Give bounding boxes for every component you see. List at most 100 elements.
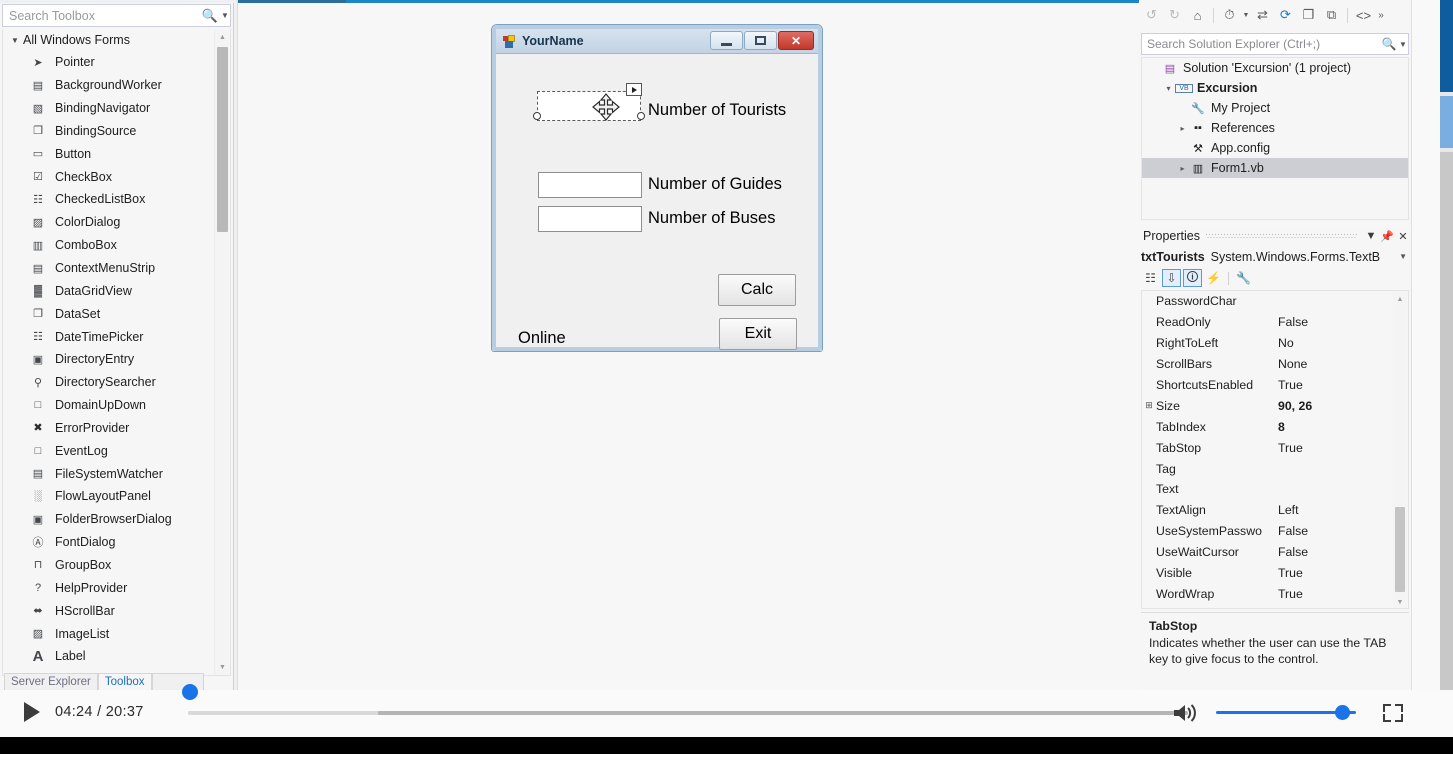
solution-explorer-search-box[interactable]: Search Solution Explorer (Ctrl+;) 🔍 ▼ — [1141, 33, 1409, 55]
toolbox-item-datagridview[interactable]: ▓ DataGridView — [3, 279, 230, 302]
properties-scrollbar[interactable]: ▲ ▼ — [1393, 292, 1407, 608]
toolbox-search-input[interactable]: Search Toolbox — [3, 9, 199, 23]
resize-grip-left[interactable] — [533, 112, 541, 120]
toolbox-item-colordialog[interactable]: ▨ ColorDialog — [3, 211, 230, 234]
minimize-button[interactable] — [710, 31, 743, 50]
collapse-all-icon[interactable]: ❐ — [1298, 5, 1319, 26]
solution-tree-item-form1-vb[interactable]: ▸ ▥ Form1.vb — [1142, 158, 1408, 178]
toolbox-item-list[interactable]: ▼ All Windows Forms ➤ Pointer ▤ BackgroundW… — [2, 29, 231, 676]
textbox-buses[interactable] — [538, 206, 642, 232]
toolbox-item-flowlayoutpanel[interactable]: ░ FlowLayoutPanel — [3, 485, 230, 508]
toolbox-item-fontdialog[interactable]: Ⓐ FontDialog — [3, 531, 230, 554]
toolbox-item-errorprovider[interactable]: ✖ ErrorProvider — [3, 417, 230, 440]
close-button[interactable]: ✕ — [778, 31, 814, 50]
expander-icon[interactable]: ▸ — [1176, 124, 1189, 133]
property-value[interactable]: True — [1278, 566, 1303, 580]
toolbox-item-bindingnavigator[interactable]: ▧ BindingNavigator — [3, 97, 230, 120]
forward-arrow-icon[interactable]: ↻ — [1164, 5, 1185, 26]
toolbox-item-combobox[interactable]: ▥ ComboBox — [3, 234, 230, 257]
property-value[interactable]: No — [1278, 336, 1294, 350]
smart-tag-icon[interactable] — [626, 83, 642, 96]
show-all-files-icon[interactable]: ⧉ — [1321, 5, 1342, 26]
toolbox-item-datetimepicker[interactable]: ☷ DateTimePicker — [3, 325, 230, 348]
property-row-size[interactable]: ⊞ Size 90, 26 — [1142, 395, 1408, 416]
property-row-usesystempasswo[interactable]: UseSystemPasswo False — [1142, 521, 1408, 542]
toolbox-item-label[interactable]: A Label — [3, 645, 230, 668]
toolbox-group-all-windows-forms[interactable]: ▼ All Windows Forms — [3, 29, 230, 51]
toolbox-item-pointer[interactable]: ➤ Pointer — [3, 51, 230, 74]
home-icon[interactable]: ⌂ — [1187, 5, 1208, 26]
solution-tree-item-my-project[interactable]: 🔧 My Project — [1142, 98, 1408, 118]
toolbox-scrollbar-thumb[interactable] — [217, 47, 228, 232]
fullscreen-icon[interactable] — [1383, 704, 1403, 722]
toolbox-item-contextmenustrip[interactable]: ▤ ContextMenuStrip — [3, 257, 230, 280]
refresh-icon[interactable]: ⟳ — [1275, 5, 1296, 26]
designer-surface[interactable]: YourName ✕ Number of Tourists Number of … — [239, 3, 1139, 690]
property-row-passwordchar[interactable]: PasswordChar — [1142, 291, 1408, 312]
close-icon[interactable]: ✕ — [1395, 230, 1411, 243]
tab-server-explorer[interactable]: Server Explorer — [4, 673, 98, 690]
properties-icon[interactable]: 🛈 — [1183, 269, 1202, 287]
property-row-visible[interactable]: Visible True — [1142, 563, 1408, 584]
toolbox-item-folderbrowserdialog[interactable]: ▣ FolderBrowserDialog — [3, 508, 230, 531]
calc-button[interactable]: Calc — [718, 274, 796, 306]
chevron-down-icon[interactable]: ▼ — [1242, 5, 1250, 26]
property-row-tabstop[interactable]: TabStop True — [1142, 437, 1408, 458]
chevron-down-icon[interactable]: ▼ — [1399, 252, 1407, 261]
property-row-tag[interactable]: Tag — [1142, 458, 1408, 479]
property-row-usewaitcursor[interactable]: UseWaitCursor False — [1142, 542, 1408, 563]
toolbox-item-button[interactable]: ▭ Button — [3, 142, 230, 165]
properties-object-selector[interactable]: txtTourists System.Windows.Forms.TextB ▼ — [1141, 247, 1409, 266]
pending-changes-icon[interactable]: ⏱ — [1219, 5, 1240, 26]
form-title-bar[interactable]: YourName ✕ — [496, 29, 818, 54]
toolbox-item-backgroundworker[interactable]: ▤ BackgroundWorker — [3, 74, 230, 97]
scroll-up-arrow-icon[interactable]: ▲ — [1393, 292, 1407, 306]
property-value[interactable]: 90, 26 — [1278, 399, 1312, 413]
expander-icon[interactable]: ▾ — [1162, 84, 1175, 93]
property-value[interactable]: False — [1278, 524, 1308, 538]
expander-icon[interactable]: ▸ — [1176, 164, 1189, 173]
solution-tree-item-app-config[interactable]: ⚒ App.config — [1142, 138, 1408, 158]
maximize-button[interactable] — [744, 31, 777, 50]
toolbox-search-box[interactable]: Search Toolbox 🔍 ▼ — [2, 4, 231, 27]
solution-tree-item-references[interactable]: ▸ ▪▪ References — [1142, 118, 1408, 138]
view-code-icon[interactable]: <> — [1353, 5, 1374, 26]
chevron-down-icon[interactable]: ▼ — [221, 11, 230, 20]
toolbox-item-domainupdown[interactable]: □ DomainUpDown — [3, 394, 230, 417]
exit-button[interactable]: Exit — [719, 318, 797, 350]
toolbox-item-bindingsource[interactable]: ❐ BindingSource — [3, 120, 230, 143]
property-row-righttoleft[interactable]: RightToLeft No — [1142, 333, 1408, 354]
toolbox-item-filesystemwatcher[interactable]: ▤ FileSystemWatcher — [3, 462, 230, 485]
categorized-icon[interactable]: ☷ — [1141, 269, 1160, 287]
toolbox-item-dataset[interactable]: ❐ DataSet — [3, 302, 230, 325]
dropdown-icon[interactable]: ▼ — [1363, 230, 1379, 242]
solution-tree-item-solution-excursion-1-project-[interactable]: ▤ Solution 'Excursion' (1 project) — [1142, 58, 1408, 78]
play-icon[interactable] — [24, 702, 40, 722]
property-row-text[interactable]: Text — [1142, 479, 1408, 500]
toolbox-item-hscrollbar[interactable]: ⬌ HScrollBar — [3, 599, 230, 622]
toolbox-item-eventlog[interactable]: □ EventLog — [3, 439, 230, 462]
seek-thumb[interactable] — [182, 684, 198, 700]
property-value[interactable]: True — [1278, 441, 1303, 455]
properties-grid[interactable]: PasswordChar ReadOnly False RightToLeft No Sc… — [1141, 290, 1409, 609]
property-value[interactable]: True — [1278, 378, 1303, 392]
chevron-down-icon[interactable]: ▼ — [1399, 40, 1408, 49]
property-value[interactable]: False — [1278, 315, 1308, 329]
seek-bar[interactable] — [188, 711, 1188, 715]
pin-icon[interactable]: 📌 — [1379, 230, 1395, 243]
property-pages-icon[interactable]: 🔧 — [1234, 269, 1253, 287]
toolbox-item-checkedlistbox[interactable]: ☷ CheckedListBox — [3, 188, 230, 211]
solution-explorer-tree[interactable]: ▤ Solution 'Excursion' (1 project) ▾ VB Excu… — [1141, 57, 1409, 220]
expand-icon[interactable]: ⊞ — [1142, 400, 1156, 411]
property-row-textalign[interactable]: TextAlign Left — [1142, 500, 1408, 521]
triangle-down-icon[interactable]: ▼ — [11, 36, 23, 45]
property-row-wordwrap[interactable]: WordWrap True — [1142, 583, 1408, 604]
property-row-readonly[interactable]: ReadOnly False — [1142, 312, 1408, 333]
page-scrollbar-rail[interactable] — [1440, 0, 1453, 690]
sync-with-active-document-icon[interactable]: ⇄ — [1252, 5, 1273, 26]
drag-handle-dots[interactable] — [1205, 233, 1357, 239]
toolbox-item-imagelist[interactable]: ▨ ImageList — [3, 622, 230, 645]
resize-grip-right[interactable] — [637, 112, 645, 120]
alphabetical-icon[interactable]: ⇩ — [1162, 269, 1181, 287]
toolbox-item-directorysearcher[interactable]: ⚲ DirectorySearcher — [3, 371, 230, 394]
